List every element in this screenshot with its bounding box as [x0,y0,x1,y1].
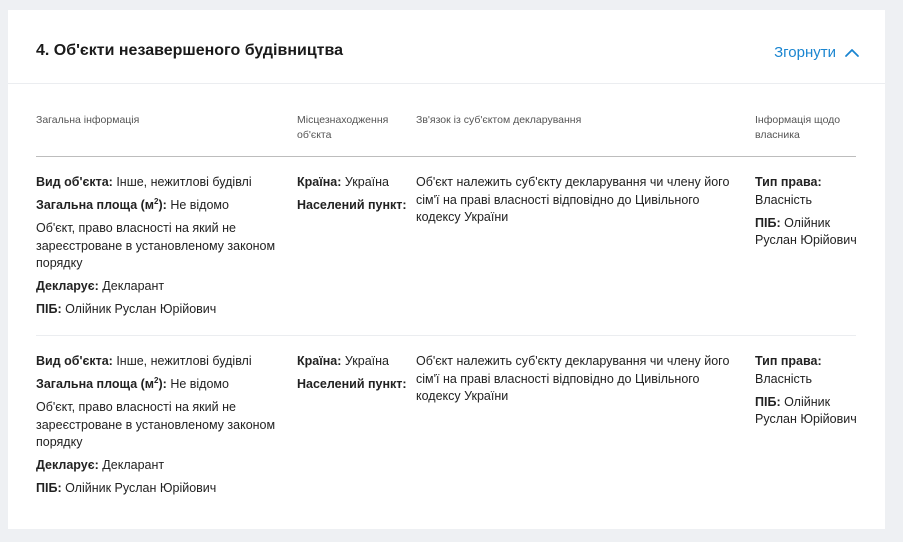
general-info-cell: Вид об'єкта: Інше, нежитлові будівлі Заг… [36,353,276,503]
right-type-value: Власність [755,192,813,207]
country-line: Країна: Україна [297,174,407,192]
right-type-line: Тип права: Власність [755,353,860,388]
collapse-button[interactable]: Згорнути [774,43,860,63]
relation-cell: Об'єкт належить суб'єкту декларування чи… [416,353,746,411]
owner-pib-line: ПІБ: Олійник Руслан Юрійович [755,394,860,429]
area-label: Загальна площа (м2): [36,375,167,391]
area-line: Загальна площа (м2): Не відомо [36,376,276,394]
chevron-up-icon [845,49,859,57]
registration-note: Об'єкт, право власності на який не зареє… [36,400,276,449]
general-info-cell: Вид об'єкта: Інше, нежитлові будівлі Заг… [36,174,276,324]
area-value: Не відомо [170,198,229,212]
owner-pib-label: ПІБ: [755,215,781,230]
objects-table: Загальна інформація Місцезнаходження об'… [36,110,857,508]
settlement-label: Населений пункт: [297,377,407,391]
right-type-label: Тип права: [755,175,822,189]
collapse-label: Згорнути [774,44,836,61]
declarant-value: Декларант [102,279,165,293]
registration-note: Об'єкт, право власності на який не зареє… [36,221,276,270]
object-type-label: Вид об'єкта: [36,175,113,189]
object-type-value: Інше, нежитлові будівлі [116,175,252,189]
object-type-line: Вид об'єкта: Інше, нежитлові будівлі [36,174,276,192]
column-header-relation: Зв'язок із суб'єктом декларування [416,114,582,126]
settlement-line: Населений пункт: [297,197,407,215]
declarant-label: Декларує: [36,279,99,293]
pib-value: Олійник Руслан Юрійович [65,481,217,495]
owner-pib-label: ПІБ: [755,394,781,409]
pib-line: ПІБ: Олійник Руслан Юрійович [36,480,276,498]
column-header-location: Місцезнаходження об'єкта [297,114,389,141]
area-label: Загальна площа (м2): [36,196,167,212]
relation-cell: Об'єкт належить суб'єкту декларування чи… [416,174,746,232]
pib-value: Олійник Руслан Юрійович [65,302,217,316]
right-type-label: Тип права: [755,354,822,368]
location-cell: Країна: Україна Населений пункт: [297,353,407,399]
owner-cell: Тип права: Власність ПІБ: Олійник Руслан… [755,174,860,255]
pib-label: ПІБ: [36,302,62,316]
country-label: Країна: [297,175,342,189]
location-cell: Країна: Україна Населений пункт: [297,174,407,220]
declarant-value: Декларант [102,458,165,472]
table-row: Вид об'єкта: Інше, нежитлові будівлі Заг… [36,157,857,336]
object-type-label: Вид об'єкта: [36,354,113,368]
section-title: 4. Об'єкти незавершеного будівництва [36,42,344,59]
declarant-line: Декларує: Декларант [36,457,276,475]
declarant-label: Декларує: [36,458,99,472]
object-type-line: Вид об'єкта: Інше, нежитлові будівлі [36,353,276,371]
declarant-line: Декларує: Декларант [36,278,276,296]
country-value: Україна [344,175,389,189]
owner-cell: Тип права: Власність ПІБ: Олійник Руслан… [755,353,860,434]
table-row: Вид об'єкта: Інше, нежитлові будівлі Заг… [36,336,857,508]
area-line: Загальна площа (м2): Не відомо [36,197,276,215]
pib-line: ПІБ: Олійник Руслан Юрійович [36,301,276,319]
owner-pib-line: ПІБ: Олійник Руслан Юрійович [755,215,860,250]
column-header-general: Загальна інформація [36,114,140,126]
country-value: Україна [344,354,389,368]
settlement-label: Населений пункт: [297,198,407,212]
object-type-value: Інше, нежитлові будівлі [116,354,252,368]
country-label: Країна: [297,354,342,368]
right-type-line: Тип права: Власність [755,174,860,209]
column-header-owner: Інформація щодо власника [755,114,841,141]
section-header: 4. Об'єкти незавершеного будівництва Зго… [8,10,885,84]
objects-section-card: 4. Об'єкти незавершеного будівництва Зго… [8,10,885,529]
country-line: Країна: Україна [297,353,407,371]
table-header-row: Загальна інформація Місцезнаходження об'… [36,110,856,157]
area-value: Не відомо [170,377,229,391]
settlement-line: Населений пункт: [297,376,407,394]
relation-text: Об'єкт належить суб'єкту декларування чи… [416,354,730,403]
pib-label: ПІБ: [36,481,62,495]
relation-text: Об'єкт належить суб'єкту декларування чи… [416,175,730,224]
right-type-value: Власність [755,371,813,386]
